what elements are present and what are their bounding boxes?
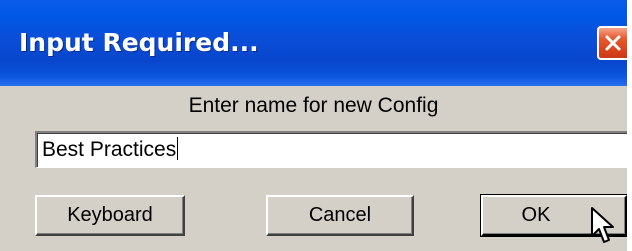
window-edge: [627, 0, 632, 251]
ok-button-label: OK: [521, 204, 551, 226]
title-bar[interactable]: Input Required...: [0, 0, 627, 86]
input-required-dialog: Input Required... Enter name for new Con…: [0, 0, 632, 251]
config-name-input[interactable]: Best Practices: [35, 131, 632, 168]
close-button[interactable]: [597, 26, 627, 60]
keyboard-button[interactable]: Keyboard: [35, 195, 185, 236]
mouse-pointer-icon: [591, 207, 614, 243]
prompt-label: Enter name for new Config: [188, 94, 439, 117]
window-title: Input Required...: [19, 28, 259, 57]
text-caret: [177, 137, 179, 160]
cancel-button[interactable]: Cancel: [266, 195, 414, 236]
config-name-value: Best Practices: [42, 138, 177, 161]
close-icon: [605, 35, 621, 51]
